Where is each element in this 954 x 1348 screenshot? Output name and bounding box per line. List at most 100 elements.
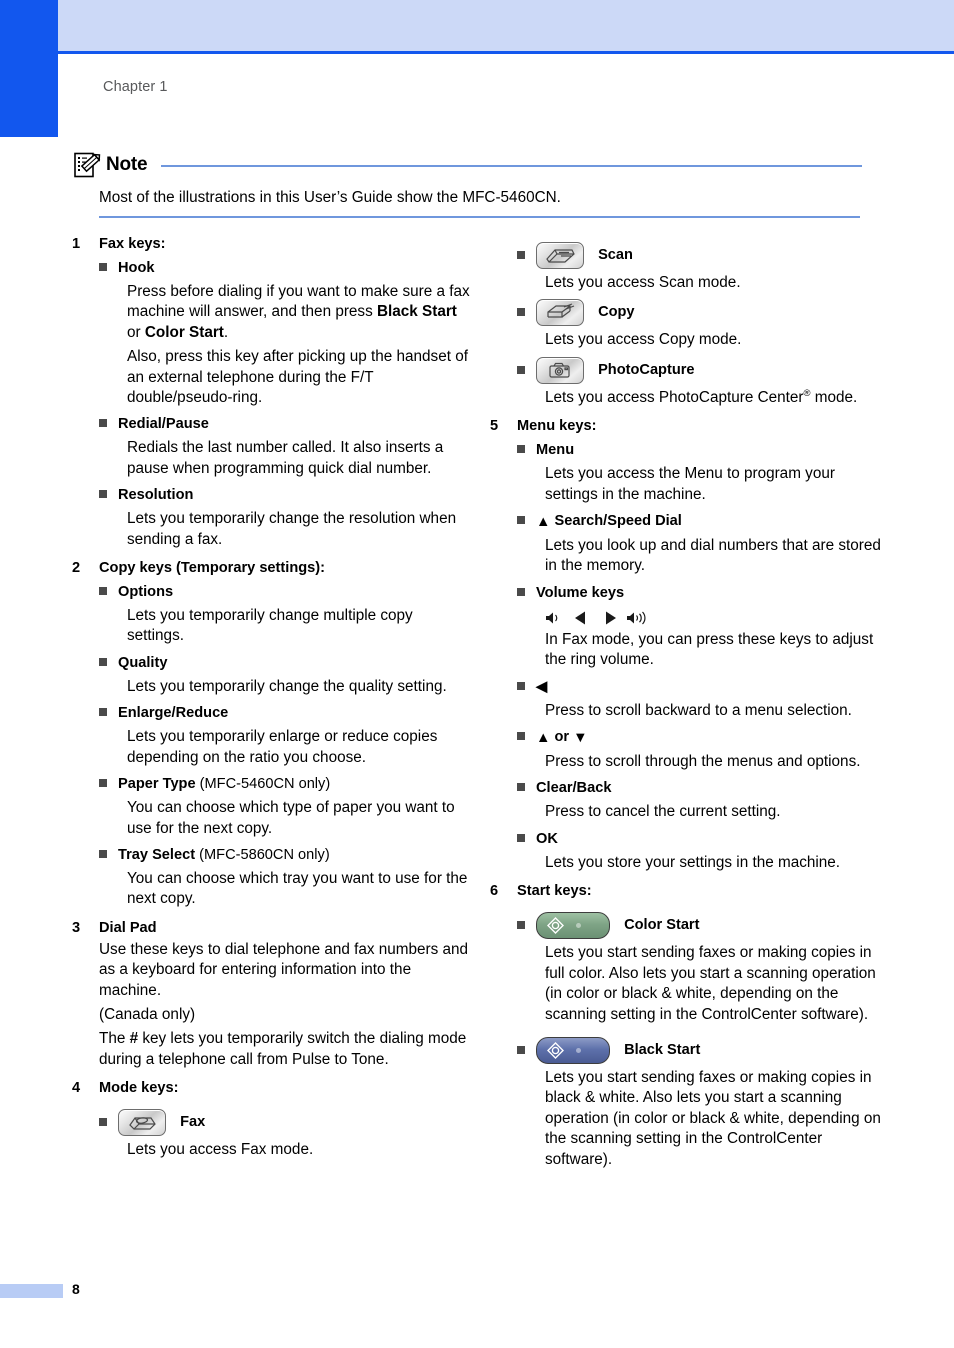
photocapture-key-icon[interactable] <box>536 356 584 384</box>
speaker-low-icon <box>545 610 565 626</box>
bullet-square-icon <box>517 829 536 849</box>
bullet-enlarge-reduce: Enlarge/Reduce <box>99 703 472 723</box>
color-start-paragraph: Lets you start sending faxes or making c… <box>545 944 876 1023</box>
scan-key-label: Scan <box>598 247 633 263</box>
bullet-square-icon <box>99 485 118 505</box>
paper-type-paragraph: You can choose which type of paper you w… <box>127 799 455 837</box>
header-band <box>58 0 954 51</box>
left-triangle-icon <box>574 610 587 626</box>
bullet-resolution: Resolution <box>99 485 472 505</box>
section-title: Mode keys: <box>99 1080 179 1097</box>
chapter-side-tab <box>0 0 58 137</box>
volume-glyph-row <box>545 608 890 628</box>
fax-key-icon[interactable] <box>118 1109 166 1137</box>
pc-p1a: Lets you access PhotoCapture Center <box>545 388 804 406</box>
bullet-label: Menu <box>536 442 575 459</box>
bullet-square-icon <box>517 511 536 532</box>
bullet-square-icon <box>517 778 536 798</box>
dial-pad-paragraph-2: (Canada only) <box>99 1005 196 1023</box>
section-title: Copy keys (Temporary settings): <box>99 560 325 577</box>
note-body-text: Most of the illustrations in this User’s… <box>99 189 561 206</box>
scan-mode-paragraph: Lets you access Scan mode. <box>545 274 741 291</box>
bullet-options: Options <box>99 582 472 602</box>
hook-black-start: Black Start <box>376 303 457 321</box>
bullet-hook: Hook <box>99 258 472 278</box>
black-start-key-icon[interactable] <box>536 1036 610 1064</box>
resolution-paragraph: Lets you temporarily change the resoluti… <box>127 510 457 548</box>
note-bottom-rule <box>99 216 860 218</box>
bullet-square-icon <box>99 653 118 673</box>
note-header-rule <box>161 165 862 167</box>
bullet-square-icon <box>99 414 118 434</box>
bullet-square-icon <box>517 357 536 384</box>
bullet-label: Tray Select (MFC-5860CN only) <box>118 845 330 865</box>
copy-key-icon[interactable] <box>536 299 584 327</box>
section-number: 4 <box>72 1080 81 1097</box>
bullet-square-icon <box>517 912 536 939</box>
chapter-label: Chapter 1 <box>103 79 168 95</box>
tray-select-qualifier: (MFC-5860CN only) <box>195 846 330 863</box>
options-paragraph: Lets you temporarily change multiple cop… <box>127 607 413 645</box>
bullet-volume-keys: Volume keys <box>517 583 890 603</box>
up-down-paragraph: Press to scroll through the menus and op… <box>545 753 861 771</box>
volume-keys-paragraph: In Fax mode, you can press these keys to… <box>545 630 874 669</box>
start-indicator-dot <box>576 1047 581 1053</box>
bullet-square-icon <box>99 845 118 865</box>
section-start-keys-heading: 6 Start keys: <box>490 883 890 899</box>
menu-paragraph: Lets you access the Menu to program your… <box>545 465 835 503</box>
bullet-clear-back: Clear/Back <box>517 778 890 798</box>
header-rule <box>58 51 954 54</box>
hook-paragraph-2: Also, press this key after picking up th… <box>127 348 468 407</box>
registered-trademark-icon: ® <box>803 387 811 399</box>
start-diamond-icon <box>547 917 564 935</box>
hook-color-start: Color Start <box>144 323 224 341</box>
bullet-square-icon <box>99 703 118 723</box>
black-start-label: Black Start <box>624 1041 701 1058</box>
section-fax-keys-heading: 1 Fax keys: <box>72 236 472 252</box>
bullet-label: Options <box>118 584 174 601</box>
bullet-square-icon <box>517 299 536 326</box>
bullet-search-speed-dial: ▲ Search/Speed Dial <box>517 511 890 532</box>
bullet-square-icon <box>517 1037 536 1064</box>
redial-paragraph: Redials the last number called. It also … <box>127 439 444 477</box>
bullet-scan-mode-key: Scan <box>517 242 890 269</box>
bullet-label: OK <box>536 830 558 847</box>
left-triangle-icon: ◀ <box>536 678 548 695</box>
bullet-square-icon <box>517 677 536 697</box>
bullet-label: Enlarge/Reduce <box>118 705 229 722</box>
copy-key-label: Copy <box>598 304 635 321</box>
section-number: 2 <box>72 560 81 577</box>
search-speed-dial-paragraph: Lets you look up and dial numbers that a… <box>545 537 881 575</box>
fax-mode-paragraph: Lets you access Fax mode. <box>127 1141 314 1159</box>
paper-type-label: Paper Type <box>118 776 196 793</box>
dial-pad-paragraph-3: The # key lets you temporarily switch th… <box>99 1029 472 1070</box>
note-pencil-icon <box>72 150 102 180</box>
bullet-color-start-key: Color Start <box>517 912 890 940</box>
paper-type-qualifier: (MFC-5460CN only) <box>195 776 331 793</box>
speaker-high-icon <box>626 610 652 626</box>
scan-key-icon[interactable] <box>536 242 584 269</box>
section-number: 6 <box>490 883 499 900</box>
bullet-paper-type: Paper Type (MFC-5460CN only) <box>99 774 472 794</box>
section-menu-keys-heading: 5 Menu keys: <box>490 418 890 434</box>
bullet-copy-mode-key: Copy <box>517 299 890 327</box>
bullet-label: Volume keys <box>536 584 625 601</box>
section-mode-keys-heading: 4 Mode keys: <box>72 1080 472 1096</box>
section-number: 1 <box>72 236 81 252</box>
bullet-menu: Menu <box>517 440 890 460</box>
down-triangle-icon: ▼ <box>573 730 588 747</box>
pc-p1b: mode. <box>810 388 858 406</box>
note-header: Note <box>72 150 862 180</box>
section-dial-pad-heading: 3 Dial Pad <box>72 920 472 936</box>
bullet-label: Quality <box>118 654 168 671</box>
photocapture-key-label: PhotoCapture <box>598 361 695 378</box>
dial-p3c: key lets you temporarily switch the dial… <box>99 1030 467 1068</box>
bullet-label: Clear/Back <box>536 780 612 797</box>
section-copy-keys-heading: 2 Copy keys (Temporary settings): <box>72 560 472 576</box>
tray-select-label: Tray Select <box>118 846 196 863</box>
hook-p1e: . <box>223 323 229 341</box>
color-start-key-icon[interactable] <box>536 912 610 940</box>
section-title: Fax keys: <box>99 236 166 252</box>
start-diamond-icon <box>547 1041 564 1059</box>
copy-mode-paragraph: Lets you access Copy mode. <box>545 331 742 349</box>
